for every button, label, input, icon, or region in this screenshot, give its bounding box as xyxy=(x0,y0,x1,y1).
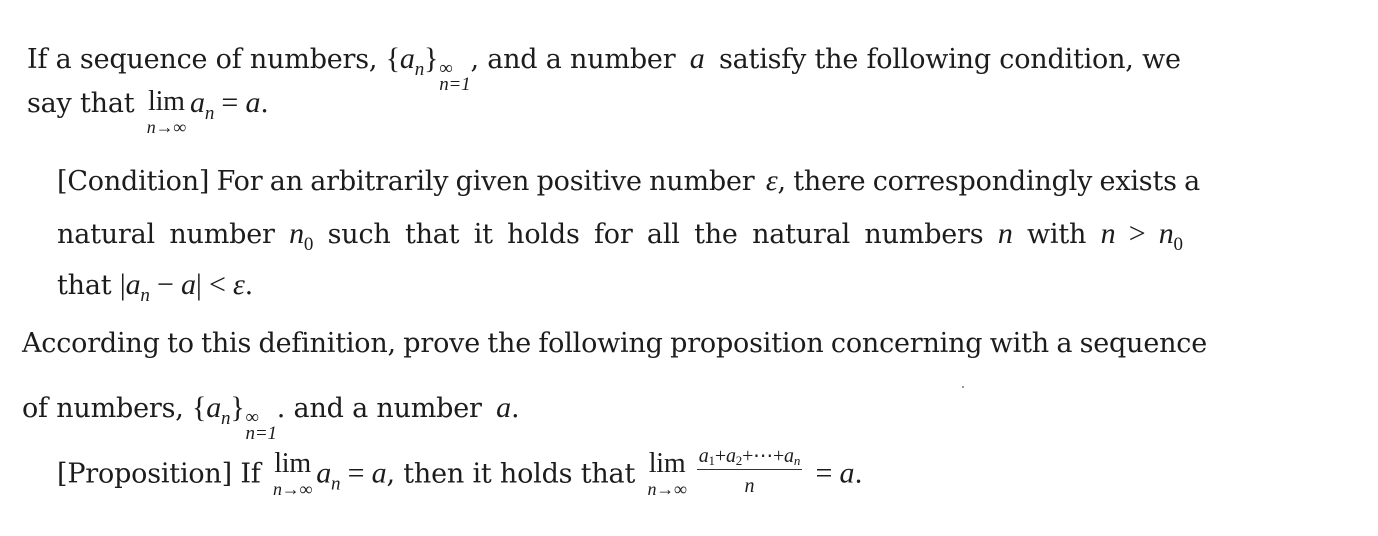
math-limit: lim n→∞ xyxy=(647,448,687,499)
math-minus: − xyxy=(149,268,182,301)
math-var: n xyxy=(289,217,304,250)
condition-line-3: that |an − a| < ε. xyxy=(57,268,254,306)
scan-speck xyxy=(962,386,964,388)
text: , there correspondingly exists a xyxy=(777,166,1201,197)
math-var: a xyxy=(399,42,415,75)
fraction-numerator: a1+a2+⋯+an xyxy=(696,445,803,470)
math-equals: = xyxy=(808,456,840,490)
math-var: a xyxy=(689,42,705,75)
paragraph-2-line-1: According to this definition, prove the … xyxy=(22,330,1207,357)
text: According to this definition, prove the … xyxy=(22,328,1207,359)
lim-word: lim xyxy=(148,86,185,117)
math-var: a xyxy=(371,456,387,490)
text: . xyxy=(244,270,254,301)
text: . and a number xyxy=(276,393,491,424)
text: . xyxy=(854,458,863,490)
text: satisfy the following condition, we xyxy=(710,44,1181,75)
math-epsilon: ε xyxy=(765,164,778,197)
math-var: a xyxy=(698,445,709,467)
lim-subscript: n→∞ xyxy=(146,117,186,137)
condition-line-1: [Condition] For an arbitrarily given pos… xyxy=(57,166,1200,196)
math-subscript: 0 xyxy=(1173,234,1184,255)
math-subscript: n xyxy=(414,59,425,80)
fraction-denominator: n xyxy=(744,475,755,497)
math-epsilon: ε xyxy=(233,268,245,301)
math-subscript: n=1 xyxy=(439,74,471,96)
text: . xyxy=(510,393,520,424)
math-brace: { xyxy=(192,391,207,424)
text: , and a number xyxy=(470,44,684,75)
text: natural number xyxy=(57,219,290,250)
math-var: a xyxy=(784,445,794,467)
proposition-line: [Proposition] If lim n→∞ an = a, then it h… xyxy=(57,446,863,500)
math-sup-sub: ∞ n=1 xyxy=(245,408,277,445)
lim-subscript: n→∞ xyxy=(272,479,313,499)
math-var: a xyxy=(245,86,261,119)
math-var: a xyxy=(125,268,141,301)
text: . xyxy=(260,88,269,119)
text: with xyxy=(1012,219,1101,250)
text: such that it holds for all the natural n… xyxy=(313,219,998,250)
math-subscript: n=1 xyxy=(245,423,277,445)
text: [Proposition] If xyxy=(57,458,269,490)
text: [Condition] For an arbitrarily given pos… xyxy=(57,166,762,197)
math-var: a xyxy=(839,456,855,490)
math-var: a xyxy=(190,86,205,119)
math-limit: lim n→∞ xyxy=(146,86,186,137)
math-equals: = xyxy=(214,86,246,119)
math-equals: = xyxy=(340,456,372,490)
math-var: a xyxy=(725,445,736,467)
math-var: a xyxy=(206,391,222,424)
math-greater-than: > xyxy=(1115,217,1159,250)
condition-line-2: natural number n0 such that it holds for… xyxy=(57,217,1184,255)
lim-word: lim xyxy=(648,448,686,479)
text: , then it holds that xyxy=(386,458,644,490)
lim-word: lim xyxy=(274,448,311,479)
text: that xyxy=(57,270,120,301)
math-subscript: n xyxy=(204,103,215,124)
math-sup-sub: ∞ n=1 xyxy=(439,59,471,96)
math-limit: lim n→∞ xyxy=(272,448,313,499)
math-subscript: 0 xyxy=(303,234,314,255)
text: say that xyxy=(27,88,143,119)
math-var: a xyxy=(316,456,332,490)
math-brace: } xyxy=(424,42,439,75)
math-plus: + xyxy=(714,445,726,467)
math-var: n xyxy=(1158,217,1174,250)
paragraph-1-line-2: say that lim n→∞ an = a. xyxy=(27,86,269,137)
lim-subscript: n→∞ xyxy=(647,479,687,499)
math-brace: { xyxy=(385,42,400,75)
math-var: n xyxy=(997,217,1013,250)
math-var: a xyxy=(496,391,511,424)
math-subscript: n xyxy=(331,473,341,495)
math-var: n xyxy=(1100,217,1116,250)
math-var: a xyxy=(181,268,196,301)
math-plus-ellipsis: +⋯+ xyxy=(742,445,785,467)
math-subscript: n xyxy=(793,453,801,468)
math-fraction: a1+a2+⋯+an n xyxy=(696,445,803,497)
math-brace: } xyxy=(230,391,245,424)
text: of numbers, xyxy=(22,393,193,424)
math-subscript: n xyxy=(221,408,231,429)
math-less-than: < xyxy=(201,268,233,301)
math-subscript: n xyxy=(140,285,150,306)
paragraph-2-line-2: of numbers, {an} ∞ n=1. and a number a. xyxy=(22,391,520,445)
text: If a sequence of numbers, xyxy=(27,44,386,75)
